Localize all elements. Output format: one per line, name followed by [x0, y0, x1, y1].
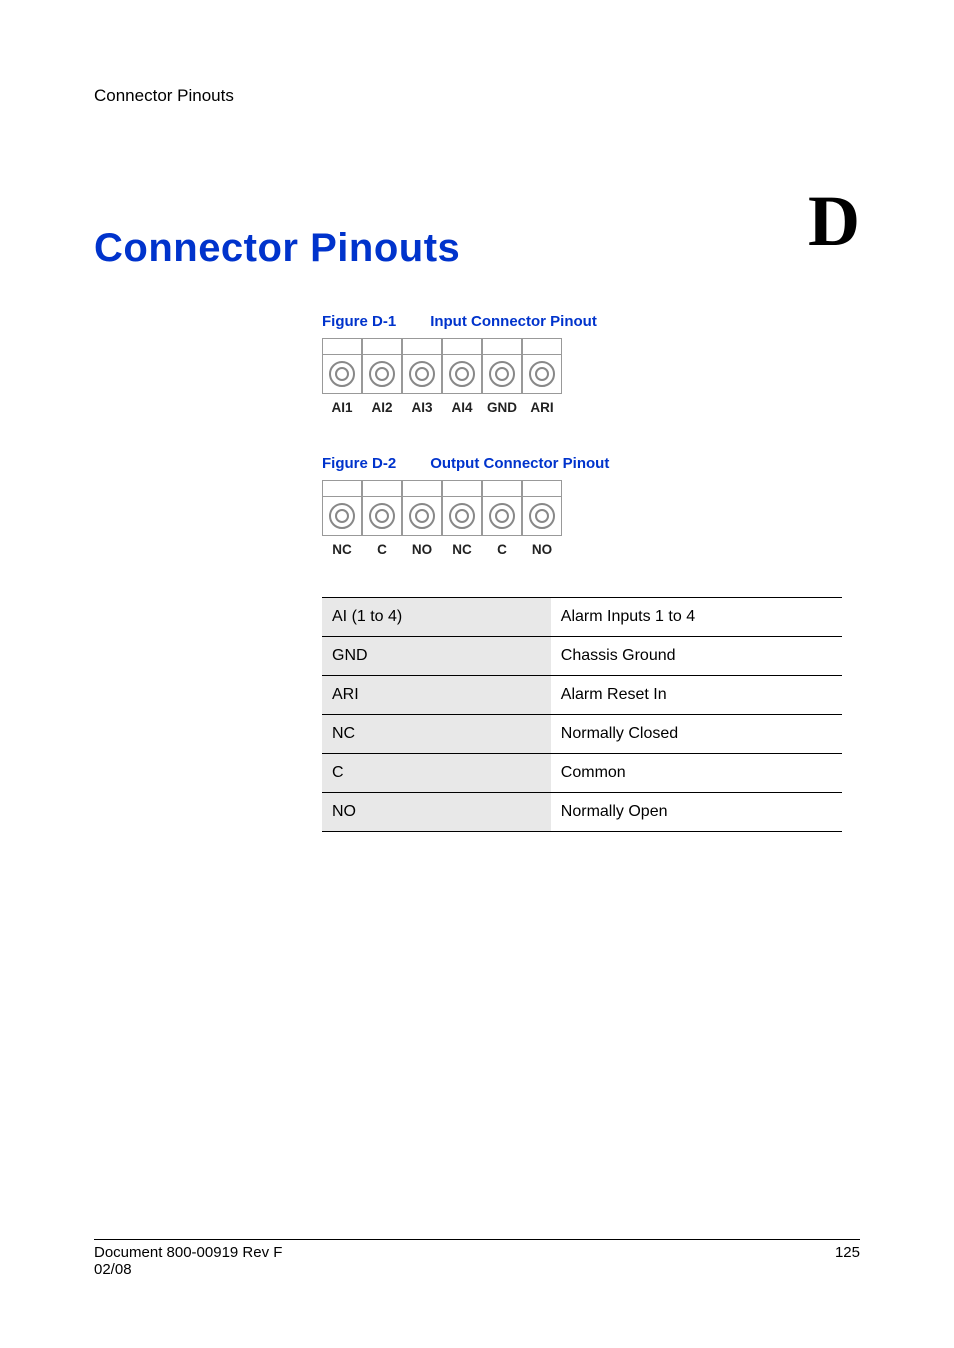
table-row: ARI Alarm Reset In: [322, 676, 842, 715]
terminal: ARI: [522, 338, 562, 415]
abbr-cell: GND: [322, 637, 551, 676]
terminal: AI2: [362, 338, 402, 415]
terminal: NC: [442, 480, 482, 557]
terminal-label: AI1: [331, 400, 352, 415]
footer-left: Document 800-00919 Rev F 02/08: [94, 1244, 282, 1278]
figure-d1-terminals: AI1 AI2 AI3 AI4: [322, 338, 842, 415]
terminal: NC: [322, 480, 362, 557]
screw-icon: [329, 361, 355, 387]
terminal: C: [482, 480, 522, 557]
desc-cell: Alarm Reset In: [551, 676, 842, 715]
figure-d2-prefix: Figure D-2: [322, 455, 396, 472]
terminal-label: C: [377, 542, 387, 557]
screw-icon: [329, 503, 355, 529]
screw-icon: [449, 361, 475, 387]
abbr-cell: AI (1 to 4): [322, 598, 551, 637]
screw-icon: [489, 361, 515, 387]
pinout-table: AI (1 to 4) Alarm Inputs 1 to 4 GND Chas…: [322, 597, 842, 832]
terminal-label: NO: [532, 542, 552, 557]
terminal: C: [362, 480, 402, 557]
table-row: NC Normally Closed: [322, 715, 842, 754]
figure-d2-terminals: NC C NO NC: [322, 480, 842, 557]
screw-icon: [409, 503, 435, 529]
abbr-cell: ARI: [322, 676, 551, 715]
desc-cell: Alarm Inputs 1 to 4: [551, 598, 842, 637]
screw-icon: [369, 361, 395, 387]
desc-cell: Normally Closed: [551, 715, 842, 754]
terminal: AI4: [442, 338, 482, 415]
terminal-label: AI3: [411, 400, 432, 415]
page-title: Connector Pinouts: [94, 226, 860, 271]
table-row: NO Normally Open: [322, 793, 842, 832]
screw-icon: [529, 361, 555, 387]
terminal-label: GND: [487, 400, 517, 415]
table-row: GND Chassis Ground: [322, 637, 842, 676]
abbr-cell: C: [322, 754, 551, 793]
footer-doc-id: Document 800-00919 Rev F: [94, 1244, 282, 1261]
terminal-label: C: [497, 542, 507, 557]
screw-icon: [369, 503, 395, 529]
abbr-cell: NO: [322, 793, 551, 832]
screw-icon: [529, 503, 555, 529]
terminal: NO: [522, 480, 562, 557]
terminal: AI1: [322, 338, 362, 415]
terminal-label: AI2: [371, 400, 392, 415]
appendix-letter: D: [808, 180, 860, 263]
figure-d2-caption: Figure D-2 Output Connector Pinout: [322, 455, 842, 472]
terminal: NO: [402, 480, 442, 557]
terminal-label: AI4: [451, 400, 472, 415]
abbr-cell: NC: [322, 715, 551, 754]
footer-page-number: 125: [835, 1244, 860, 1278]
screw-icon: [409, 361, 435, 387]
screw-icon: [449, 503, 475, 529]
terminal-label: NC: [332, 542, 352, 557]
desc-cell: Common: [551, 754, 842, 793]
figure-d1-caption: Figure D-1 Input Connector Pinout: [322, 313, 842, 330]
content-column: Figure D-1 Input Connector Pinout AI1 AI2…: [322, 313, 842, 832]
figure-d1-title: Input Connector Pinout: [430, 313, 597, 330]
page-footer: Document 800-00919 Rev F 02/08 125: [94, 1239, 860, 1278]
table-row: AI (1 to 4) Alarm Inputs 1 to 4: [322, 598, 842, 637]
footer-date: 02/08: [94, 1261, 282, 1278]
page: Connector Pinouts D Connector Pinouts Fi…: [0, 0, 954, 1348]
terminal-label: NO: [412, 542, 432, 557]
terminal-label: NC: [452, 542, 472, 557]
figure-d2: Figure D-2 Output Connector Pinout NC C N…: [322, 455, 842, 557]
figure-d1-prefix: Figure D-1: [322, 313, 396, 330]
terminal-label: ARI: [530, 400, 553, 415]
running-header: Connector Pinouts: [94, 86, 860, 106]
figure-d1: Figure D-1 Input Connector Pinout AI1 AI2…: [322, 313, 842, 415]
table-row: C Common: [322, 754, 842, 793]
figure-d2-title: Output Connector Pinout: [430, 455, 609, 472]
desc-cell: Normally Open: [551, 793, 842, 832]
terminal: AI3: [402, 338, 442, 415]
screw-icon: [489, 503, 515, 529]
desc-cell: Chassis Ground: [551, 637, 842, 676]
terminal: GND: [482, 338, 522, 415]
